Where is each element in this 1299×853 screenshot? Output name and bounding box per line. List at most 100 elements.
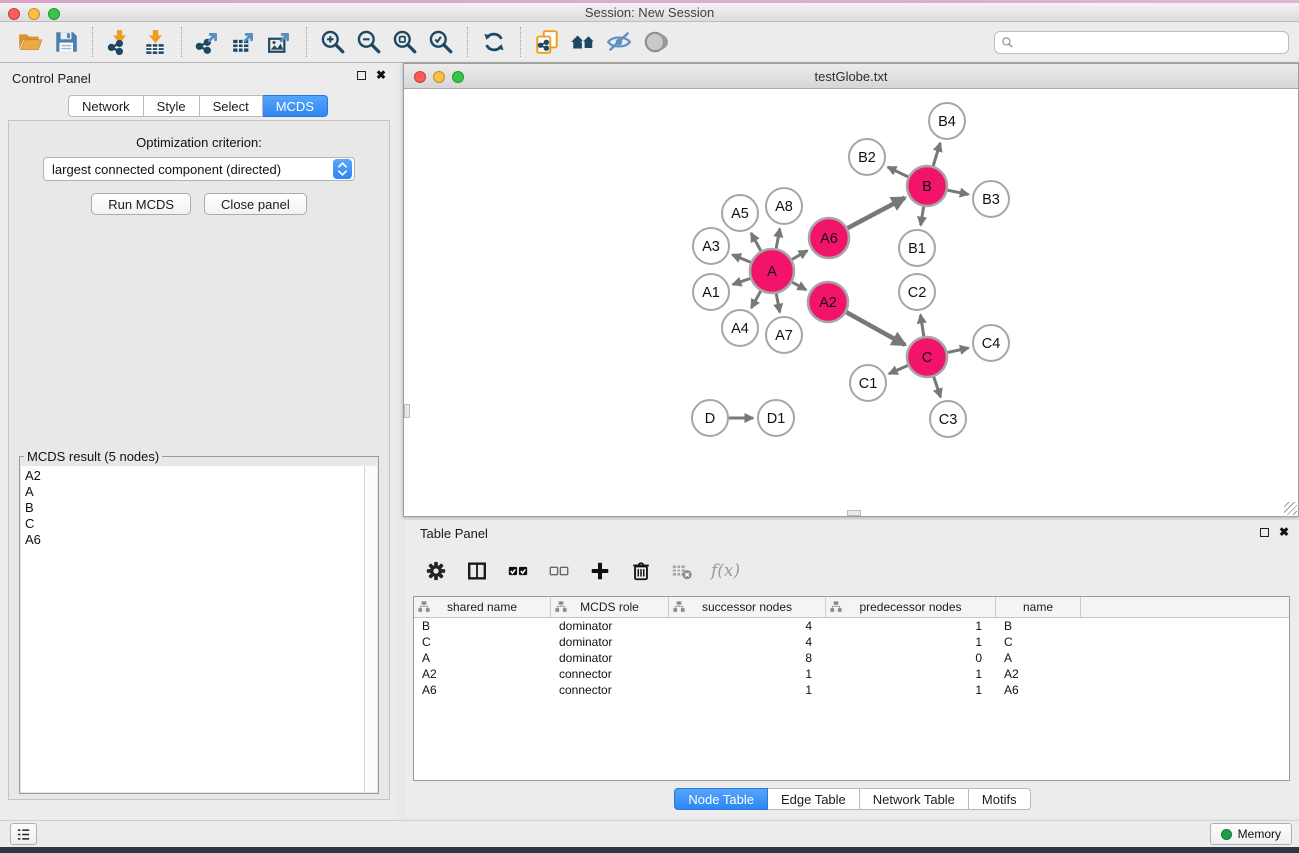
close-panel-icon[interactable]: ✖ xyxy=(376,71,386,80)
float-table-panel-icon[interactable] xyxy=(1260,528,1269,537)
add-button[interactable] xyxy=(588,559,612,583)
close-table-panel-icon[interactable]: ✖ xyxy=(1279,528,1289,537)
tab-network-table[interactable]: Network Table xyxy=(860,788,969,810)
zoom-out-button[interactable] xyxy=(354,27,384,57)
table-panel-title: Table Panel xyxy=(420,526,488,541)
export-table-button[interactable] xyxy=(229,27,259,57)
cell-shared-name[interactable]: C xyxy=(414,635,551,649)
cell-shared-name[interactable]: A6 xyxy=(414,683,551,697)
memory-button[interactable]: Memory xyxy=(1210,823,1292,845)
column-header-shared-name[interactable]: shared name xyxy=(414,597,551,617)
cell-shared-name[interactable]: A xyxy=(414,651,551,665)
optimization-criterion-dropdown[interactable]: largest connected component (directed) xyxy=(43,157,355,181)
run-mcds-button[interactable]: Run MCDS xyxy=(91,193,191,215)
columns-button[interactable] xyxy=(465,559,489,583)
column-header-name[interactable]: name xyxy=(996,597,1081,617)
home-button[interactable] xyxy=(568,27,598,57)
search-box[interactable] xyxy=(994,31,1289,54)
mcds-result-list[interactable]: A2ABCA6 xyxy=(21,466,364,792)
zoom-in-button[interactable] xyxy=(318,27,348,57)
node-table[interactable]: shared nameMCDS rolesuccessor nodesprede… xyxy=(413,596,1290,781)
result-item[interactable]: A2 xyxy=(25,468,364,484)
refresh-button[interactable] xyxy=(479,27,509,57)
toolbar-separator xyxy=(520,27,521,57)
column-header-predecessor-nodes[interactable]: predecessor nodes xyxy=(826,597,996,617)
open-folder-button[interactable] xyxy=(15,27,45,57)
node-label-B: B xyxy=(922,179,932,195)
close-panel-button[interactable]: Close panel xyxy=(204,193,307,215)
horizontal-scroll-thumb[interactable] xyxy=(847,510,861,516)
cell-MCDS-role[interactable]: connector xyxy=(551,667,669,681)
tab-motifs[interactable]: Motifs xyxy=(969,788,1031,810)
cell-predecessor-nodes[interactable]: 1 xyxy=(826,619,996,633)
cell-MCDS-role[interactable]: connector xyxy=(551,683,669,697)
cell-MCDS-role[interactable]: dominator xyxy=(551,619,669,633)
result-scrollbar[interactable] xyxy=(364,466,377,792)
float-panel-icon[interactable] xyxy=(357,71,366,80)
tab-mcds[interactable]: MCDS xyxy=(263,95,328,117)
import-table-button[interactable] xyxy=(140,27,170,57)
result-item[interactable]: A xyxy=(25,484,364,500)
mcds-result-box: MCDS result (5 nodes) A2ABCA6 xyxy=(19,456,379,794)
show-graphics-button[interactable] xyxy=(640,27,670,57)
network-graph[interactable]: AA1A2A3A4A5A6A7A8BB1B2B3B4CC1C2C3C4DD1 xyxy=(404,90,1298,516)
network-canvas[interactable]: AA1A2A3A4A5A6A7A8BB1B2B3B4CC1C2C3C4DD1 xyxy=(404,90,1298,516)
cell-successor-nodes[interactable]: 4 xyxy=(669,619,826,633)
cell-predecessor-nodes[interactable]: 1 xyxy=(826,635,996,649)
column-header-MCDS-role[interactable]: MCDS role xyxy=(551,597,669,617)
cell-predecessor-nodes[interactable]: 1 xyxy=(826,667,996,681)
hide-annotations-button[interactable] xyxy=(604,27,634,57)
dropdown-stepper-icon xyxy=(333,159,352,179)
save-button[interactable] xyxy=(51,27,81,57)
tab-network[interactable]: Network xyxy=(68,95,144,117)
export-network-button[interactable] xyxy=(193,27,223,57)
cell-shared-name[interactable]: A2 xyxy=(414,667,551,681)
cell-MCDS-role[interactable]: dominator xyxy=(551,635,669,649)
cell-name[interactable]: B xyxy=(996,619,1081,633)
table-row[interactable]: A2connector11A2 xyxy=(414,666,1289,682)
tab-edge-table[interactable]: Edge Table xyxy=(768,788,860,810)
cell-MCDS-role[interactable]: dominator xyxy=(551,651,669,665)
table-row[interactable]: Cdominator41C xyxy=(414,634,1289,650)
export-image-button[interactable] xyxy=(265,27,295,57)
zoom-selected-button[interactable] xyxy=(426,27,456,57)
vertical-scroll-thumb[interactable] xyxy=(404,404,410,418)
table-row[interactable]: Adominator80A xyxy=(414,650,1289,666)
cell-successor-nodes[interactable]: 1 xyxy=(669,683,826,697)
export-network-icon xyxy=(195,29,221,55)
deselect-all-button[interactable] xyxy=(547,559,571,583)
table-row[interactable]: A6connector11A6 xyxy=(414,682,1289,698)
cell-name[interactable]: A xyxy=(996,651,1081,665)
network-window-titlebar[interactable]: testGlobe.txt xyxy=(404,64,1298,89)
delete-table-button[interactable] xyxy=(670,559,694,583)
cell-successor-nodes[interactable]: 4 xyxy=(669,635,826,649)
cell-successor-nodes[interactable]: 8 xyxy=(669,651,826,665)
cell-shared-name[interactable]: B xyxy=(414,619,551,633)
gear-button[interactable] xyxy=(424,559,448,583)
function-builder-button[interactable]: f(x) xyxy=(711,561,740,581)
import-network-button[interactable] xyxy=(104,27,134,57)
tab-node-table[interactable]: Node Table xyxy=(674,788,768,810)
cell-name[interactable]: C xyxy=(996,635,1081,649)
optimization-criterion-label: Optimization criterion: xyxy=(9,135,389,150)
result-item[interactable]: B xyxy=(25,500,364,516)
cell-successor-nodes[interactable]: 1 xyxy=(669,667,826,681)
cell-name[interactable]: A6 xyxy=(996,683,1081,697)
delete-button[interactable] xyxy=(629,559,653,583)
cell-predecessor-nodes[interactable]: 0 xyxy=(826,651,996,665)
table-row[interactable]: Bdominator41B xyxy=(414,618,1289,634)
tab-style[interactable]: Style xyxy=(144,95,200,117)
column-header-successor-nodes[interactable]: successor nodes xyxy=(669,597,826,617)
zoom-fit-button[interactable] xyxy=(390,27,420,57)
duplicate-network-button[interactable] xyxy=(532,27,562,57)
window-resize-grip[interactable] xyxy=(1284,502,1297,515)
result-item[interactable]: C xyxy=(25,516,364,532)
node-label-D1: D1 xyxy=(767,411,786,427)
cell-predecessor-nodes[interactable]: 1 xyxy=(826,683,996,697)
select-all-button[interactable] xyxy=(506,559,530,583)
search-input[interactable] xyxy=(1014,34,1288,52)
cell-name[interactable]: A2 xyxy=(996,667,1081,681)
result-item[interactable]: A6 xyxy=(25,532,364,548)
task-history-button[interactable] xyxy=(10,823,37,845)
tab-select[interactable]: Select xyxy=(200,95,263,117)
